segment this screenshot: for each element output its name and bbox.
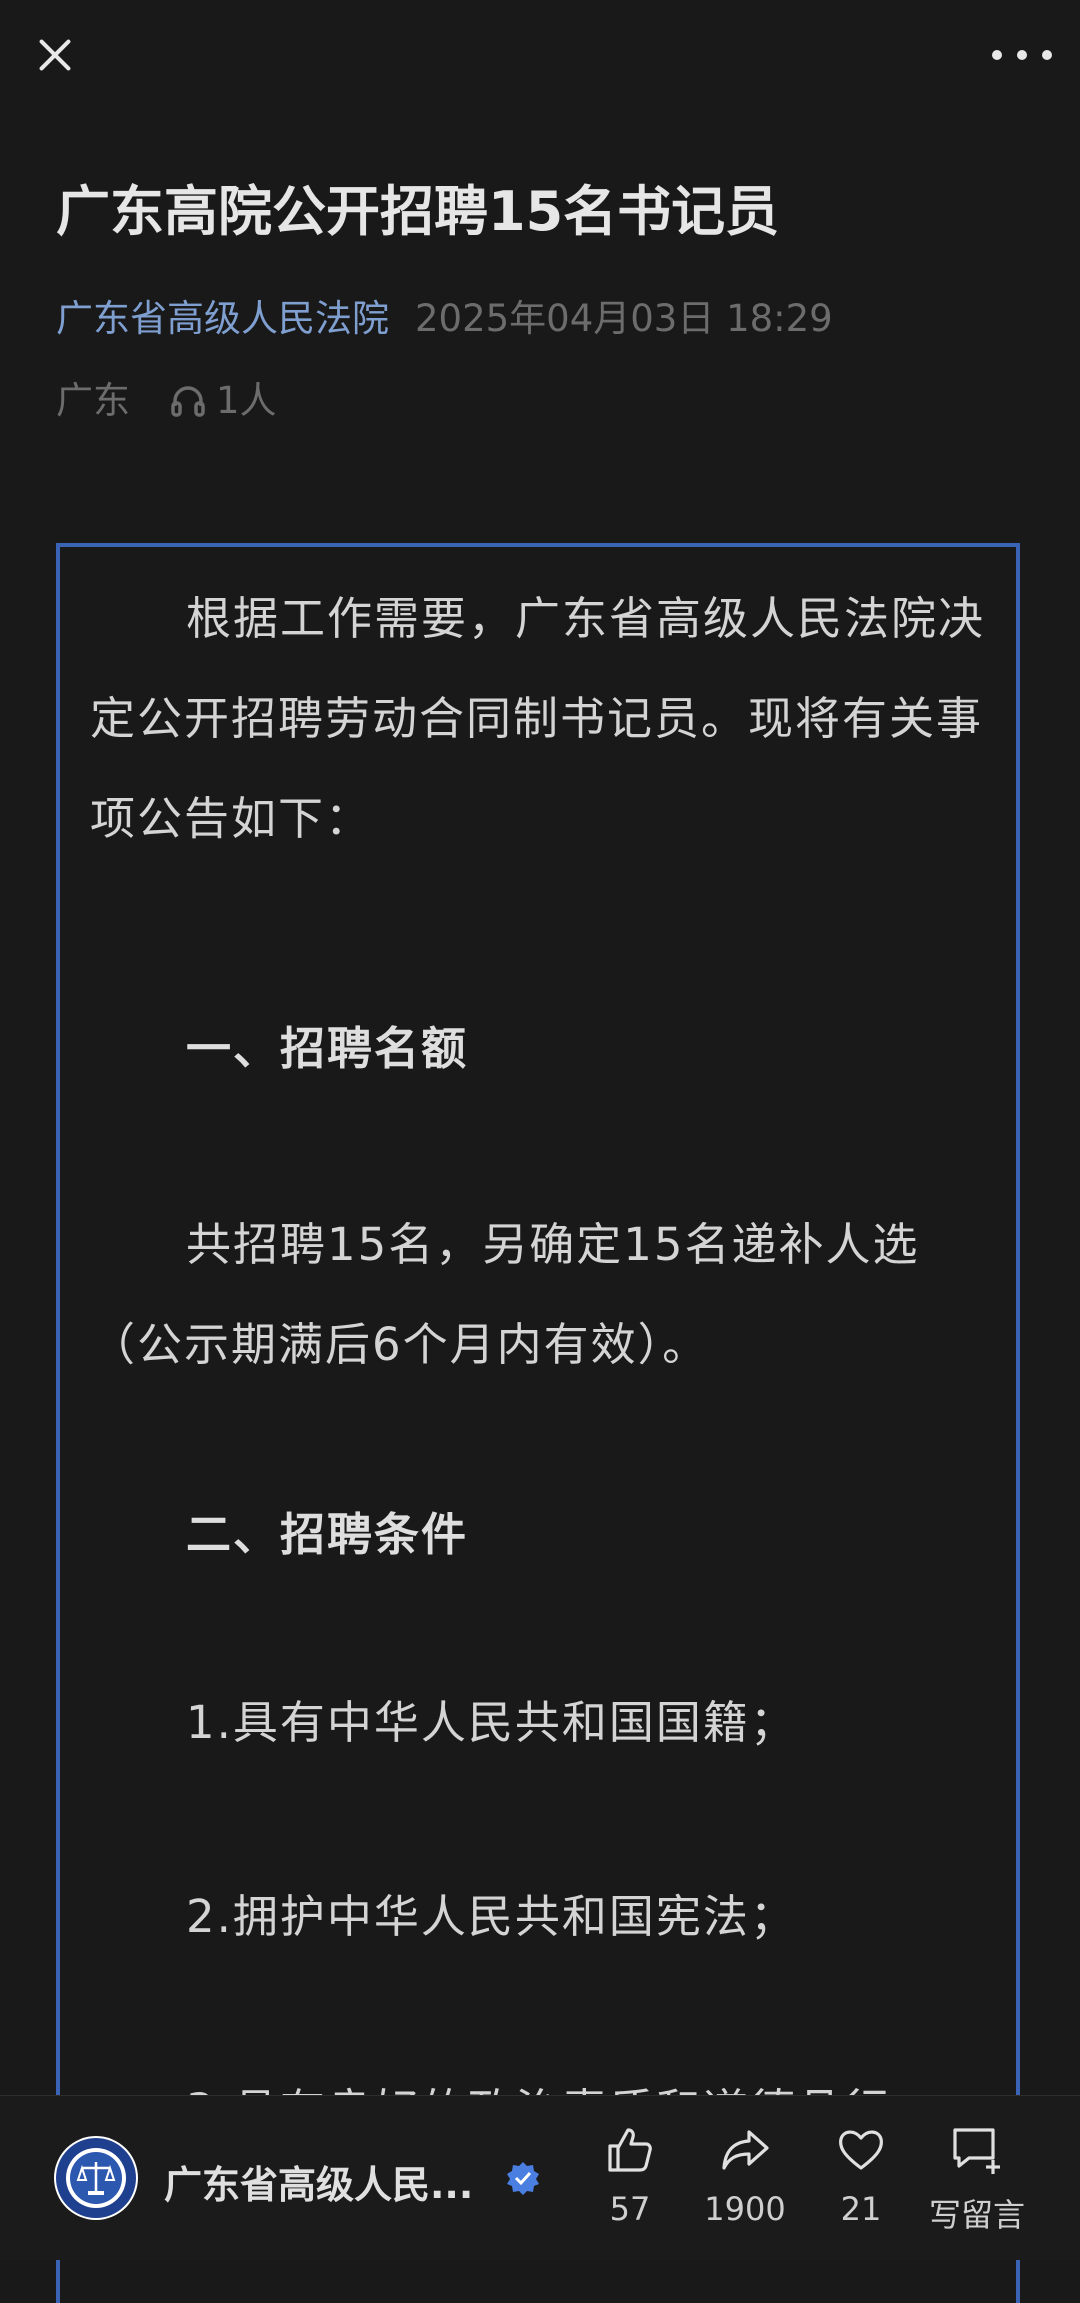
verified-icon [507,2162,539,2195]
section-heading-quota: 一、招聘名额 [186,1022,469,1075]
court-logo-icon[interactable] [54,2136,138,2220]
close-icon[interactable] [30,30,80,80]
bottom-bar: 广东省高级人民... 57 1900 21 写留言 [0,2095,1080,2260]
write-comment-button[interactable]: 写留言 [912,2124,1042,2236]
condition-item-2: 2.拥护中华人民共和国宪法； [186,1890,797,1943]
listener-count: 1人 [216,379,277,422]
share-button[interactable]: 1900 [680,2124,810,2228]
heart-icon [839,2130,883,2170]
section-heading-conditions: 二、招聘条件 [186,1508,469,1561]
region-label: 广东 [56,379,130,422]
favorite-count: 21 [840,2190,882,2228]
condition-item-1: 1.具有中华人民共和国国籍； [186,1696,797,1749]
intro-paragraph: 根据工作需要，广东省高级人民法院决定公开招聘劳动合同制书记员。现将有关事项公告如… [90,592,986,845]
share-icon [722,2130,769,2170]
like-count: 57 [609,2190,651,2228]
listen-button[interactable]: 1人 [170,375,277,427]
bottom-account-name[interactable]: 广东省高级人民... [164,2154,473,2209]
publish-date: 2025年04月03日 18:29 [415,297,833,340]
account-link[interactable]: 广东省高级人民法院 [56,297,389,340]
headphones-icon [171,386,205,417]
more-icon[interactable] [992,38,1052,72]
article-meta-secondary: 广东 1人 [56,375,277,427]
article-meta: 广东省高级人民法院 2025年04月03日 18:29 [56,292,1036,346]
article-title: 广东高院公开招聘15名书记员 [56,180,780,243]
comment-add-icon [953,2128,1000,2174]
thumbs-up-icon [608,2128,652,2172]
like-button[interactable]: 57 [565,2124,695,2228]
top-bar [0,0,1080,110]
quota-paragraph: 共招聘15名，另确定15名递补人选 [186,1218,920,1271]
share-count: 1900 [704,2190,786,2228]
quota-paragraph-continued: （公示期满后6个月内有效）。 [90,1318,710,1371]
favorite-button[interactable]: 21 [796,2124,926,2228]
article-body: 根据工作需要，广东省高级人民法院决定公开招聘劳动合同制书记员。现将有关事项公告如… [56,543,1020,2303]
write-comment-label: 写留言 [928,2196,1025,2234]
